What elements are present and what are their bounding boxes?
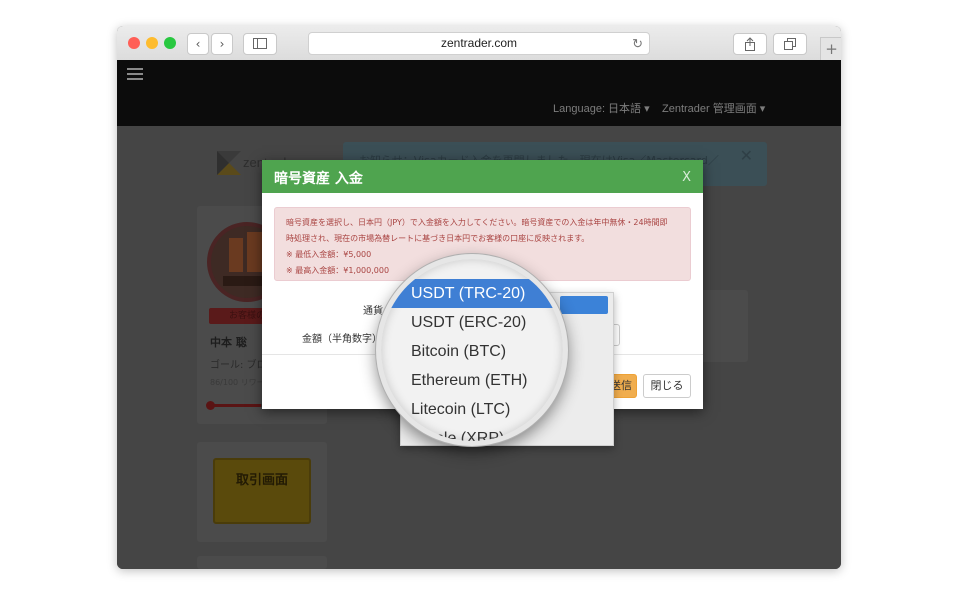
back-button[interactable]: ‹ (187, 33, 209, 55)
zentrader-logo-icon (217, 151, 241, 175)
magnifier-lens: USDT (TRC-20) USDT (ERC-20) Bitcoin (BTC… (376, 254, 568, 446)
progress-knob (206, 401, 215, 410)
language-menu[interactable]: Language: 日本語 ▾ (553, 100, 650, 116)
currency-option[interactable]: USDT (ERC-20) (381, 308, 563, 337)
modal-close-icon[interactable]: X (682, 170, 691, 185)
alert-line: 時処理され、現在の市場為替レートに基づき日本円でお客様の口座に反映されます。 (286, 234, 590, 243)
user-name: 中本 聡 (210, 336, 247, 349)
currency-label: 通貨 (363, 306, 383, 317)
alert-line: 暗号資産を選択し、日本円（JPY）で入金額を入力してください。暗号資産での入金は… (286, 218, 668, 227)
sidebar-button[interactable] (243, 33, 277, 55)
tabs-icon (784, 38, 796, 50)
currency-option[interactable]: Ethereum (ETH) (381, 366, 563, 395)
share-button[interactable] (733, 33, 767, 55)
currency-options: USDT (TRC-20) USDT (ERC-20) Bitcoin (BTC… (381, 279, 563, 441)
currency-option-selected[interactable]: USDT (TRC-20) (381, 279, 563, 308)
sidebar-icon (253, 38, 267, 49)
close-button[interactable]: 閉じる (643, 374, 691, 398)
lower-card (197, 556, 327, 569)
plus-icon: + (825, 40, 838, 58)
admin-menu[interactable]: Zentrader 管理画面 ▾ (662, 100, 765, 116)
address-bar[interactable]: zentrader.com ↻ (308, 32, 650, 55)
reload-icon[interactable]: ↻ (632, 33, 643, 54)
site-navbar: Language: 日本語 ▾ Zentrader 管理画面 ▾ (117, 60, 841, 126)
modal-header: 暗号資産 入金 X (262, 160, 703, 193)
modal-title: 暗号資産 入金 (274, 171, 363, 187)
close-window-button[interactable] (128, 37, 140, 49)
back-icon: ‹ (195, 37, 201, 51)
maximize-window-button[interactable] (164, 37, 176, 49)
forward-button[interactable]: › (211, 33, 233, 55)
url-text: zentrader.com (440, 36, 518, 50)
notice-close-icon[interactable]: ✕ (740, 146, 753, 165)
share-icon (745, 37, 755, 51)
tabs-overview-button[interactable] (773, 33, 807, 55)
currency-option[interactable]: Litecoin (LTC) (381, 395, 563, 424)
reward-progress-fill (209, 404, 261, 407)
selected-option-highlight (560, 296, 608, 314)
new-tab-button[interactable]: + (820, 37, 841, 62)
hamburger-menu-icon[interactable] (127, 68, 143, 80)
minimize-window-button[interactable] (146, 37, 158, 49)
forward-icon: › (219, 37, 225, 51)
currency-option[interactable]: Bitcoin (BTC) (381, 337, 563, 366)
browser-toolbar: ‹ › zentrader.com ↻ + (117, 26, 841, 62)
amount-label: 金額（半角数字） (302, 334, 382, 345)
user-goal: ゴール: ブロ (210, 360, 267, 371)
reward-points: 86/100 リワー (210, 378, 265, 387)
trade-screen-button[interactable]: 取引画面 (213, 458, 311, 524)
